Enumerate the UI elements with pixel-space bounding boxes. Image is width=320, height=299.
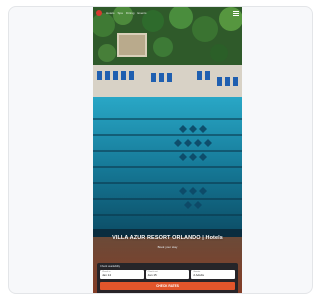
preview-card[interactable]: Hotels Spa Dining Events VILLA AZUR RESO…	[8, 6, 313, 294]
booking-fields: Check in Jan 14 Check out Jan 15 Guests …	[100, 270, 236, 279]
check-in-value: Jan 14	[102, 273, 112, 277]
brand-logo-icon[interactable]	[96, 10, 102, 16]
nav-item-hotels[interactable]: Hotels	[106, 11, 115, 15]
mobile-screenshot: Hotels Spa Dining Events VILLA AZUR RESO…	[93, 7, 242, 293]
hero-aerial-image	[93, 7, 242, 293]
check-rates-button[interactable]: CHECK RATES	[100, 282, 235, 290]
top-nav-bar: Hotels Spa Dining Events	[93, 7, 242, 19]
hero-subtitle: Book your stay	[157, 245, 178, 249]
booking-heading: Check availability	[100, 265, 121, 268]
guests-value: 2 Adults	[193, 273, 205, 277]
nav-item-spa[interactable]: Spa	[118, 11, 123, 15]
check-out-value: Jan 15	[147, 273, 157, 277]
hamburger-menu-icon[interactable]	[233, 10, 239, 16]
booking-widget: Check availability Check in Jan 14 Check…	[97, 263, 238, 293]
hero-title: VILLA AZUR RESORT ORLANDO | Hotels	[112, 235, 223, 241]
check-in-field[interactable]: Check in Jan 14	[100, 270, 144, 279]
check-out-field[interactable]: Check out Jan 15	[145, 270, 190, 279]
nav-item-dining[interactable]: Dining	[126, 11, 135, 15]
nav-item-events[interactable]: Events	[137, 11, 146, 15]
guests-field[interactable]: Guests 2 Adults	[191, 270, 236, 279]
